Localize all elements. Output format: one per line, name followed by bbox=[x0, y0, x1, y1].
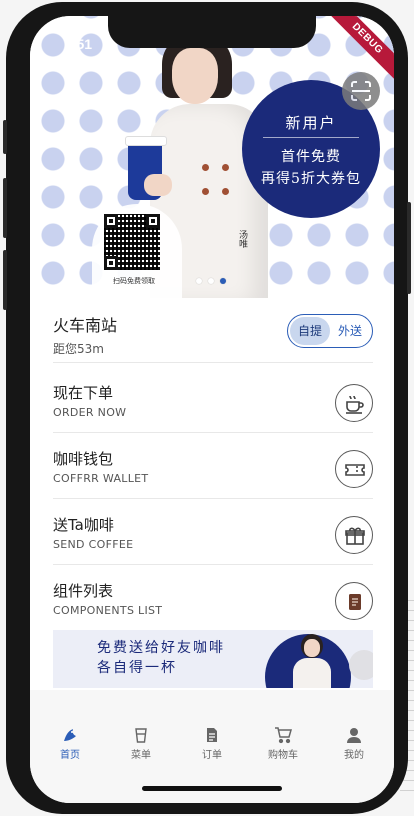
invite-friend-banner[interactable]: 免费送给好友咖啡 各自得一杯 bbox=[53, 630, 373, 688]
divider bbox=[53, 362, 373, 363]
divider bbox=[53, 564, 373, 565]
scan-button[interactable] bbox=[342, 72, 380, 110]
menu-cup-icon bbox=[135, 728, 147, 743]
carousel-dot[interactable] bbox=[196, 278, 202, 284]
tab-cart[interactable]: 购物车 bbox=[255, 726, 311, 761]
signature: 汤唯 bbox=[237, 230, 247, 248]
menu-item-title: 现在下单 bbox=[53, 384, 114, 402]
tab-label: 我的 bbox=[344, 750, 364, 761]
tab-label: 购物车 bbox=[268, 750, 298, 761]
gift-icon[interactable] bbox=[335, 516, 373, 554]
home-icon bbox=[64, 729, 76, 741]
invite-line-1: 免费送给好友咖啡 bbox=[97, 640, 225, 656]
cart-icon bbox=[275, 727, 292, 744]
volume-down-button bbox=[3, 250, 7, 310]
tab-menu[interactable]: 菜单 bbox=[113, 726, 169, 761]
tab-label: 菜单 bbox=[131, 750, 151, 761]
menu-item-title: 送Ta咖啡 bbox=[53, 516, 114, 534]
divider bbox=[53, 432, 373, 433]
invite-model-photo bbox=[291, 634, 331, 688]
menu-item-title: 组件列表 bbox=[53, 582, 114, 600]
menu-item-coffee-wallet[interactable]: 咖啡钱包 COFFRR WALLET bbox=[53, 448, 373, 514]
promo-line-1: 新用户 bbox=[285, 114, 337, 132]
phone-frame: 2:51 DEBUG 新用户 首件免费 再得5折大券包 扫码免费领取 汤唯 火车… bbox=[3, 2, 411, 814]
menu-item-subtitle: COFFRR WALLET bbox=[53, 472, 149, 485]
order-icon bbox=[207, 728, 217, 742]
divider bbox=[53, 498, 373, 499]
carousel-dot-active[interactable] bbox=[220, 278, 226, 284]
menu-item-order-now[interactable]: 现在下单 ORDER NOW bbox=[53, 382, 373, 448]
app-screen: 2:51 DEBUG 新用户 首件免费 再得5折大券包 扫码免费领取 汤唯 火车… bbox=[30, 16, 394, 803]
tab-orders[interactable]: 订单 bbox=[184, 726, 240, 761]
notch bbox=[108, 16, 316, 48]
ticket-icon[interactable] bbox=[335, 450, 373, 488]
tab-profile[interactable]: 我的 bbox=[326, 726, 382, 761]
menu-item-send-coffee[interactable]: 送Ta咖啡 SEND COFFEE bbox=[53, 514, 373, 580]
invite-banner-text: 免费送给好友咖啡 各自得一杯 bbox=[97, 638, 225, 678]
delivery-option[interactable]: 外送 bbox=[330, 317, 370, 345]
menu-item-subtitle: SEND COFFEE bbox=[53, 538, 134, 551]
status-time: 2:51 bbox=[64, 36, 93, 52]
decor-circle bbox=[349, 650, 373, 680]
store-info[interactable]: 火车南站 距您53m 自提 外送 bbox=[53, 312, 373, 362]
promo-line-3: 再得5折大券包 bbox=[261, 171, 361, 187]
scan-icon bbox=[351, 81, 371, 101]
qr-caption: 扫码免费领取 bbox=[113, 277, 155, 285]
tab-home[interactable]: 首页 bbox=[42, 726, 98, 761]
power-button bbox=[407, 202, 411, 294]
menu-item-subtitle: ORDER NOW bbox=[53, 406, 127, 419]
profile-icon bbox=[347, 728, 361, 743]
tab-label: 首页 bbox=[60, 750, 80, 761]
delivery-mode-toggle[interactable]: 自提 外送 bbox=[287, 314, 373, 348]
carousel-dot[interactable] bbox=[208, 278, 214, 284]
volume-up-button bbox=[3, 178, 7, 238]
pickup-option[interactable]: 自提 bbox=[290, 317, 330, 345]
promo-banner-carousel[interactable]: 新用户 首件免费 再得5折大券包 扫码免费领取 汤唯 bbox=[30, 16, 394, 298]
menu-item-subtitle: COMPONENTS LIST bbox=[53, 604, 163, 617]
home-indicator bbox=[142, 786, 282, 791]
promo-line-2: 首件免费 bbox=[281, 149, 341, 165]
menu-item-title: 咖啡钱包 bbox=[53, 450, 114, 468]
book-icon[interactable] bbox=[335, 582, 373, 620]
qr-code bbox=[104, 214, 160, 270]
tab-label: 订单 bbox=[202, 750, 222, 761]
carousel-dots bbox=[196, 278, 226, 284]
invite-line-2: 各自得一杯 bbox=[97, 660, 177, 676]
mute-switch bbox=[3, 120, 7, 154]
coffee-cup-icon[interactable] bbox=[335, 384, 373, 422]
